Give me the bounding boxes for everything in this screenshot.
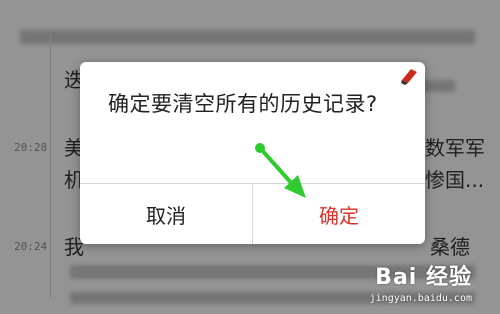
watermark-url: jingyan.baidu.com bbox=[369, 293, 472, 304]
watermark-brand: Bai 经验 bbox=[375, 265, 472, 290]
watermark: Bai 经验 jingyan.baidu.com bbox=[370, 259, 472, 304]
